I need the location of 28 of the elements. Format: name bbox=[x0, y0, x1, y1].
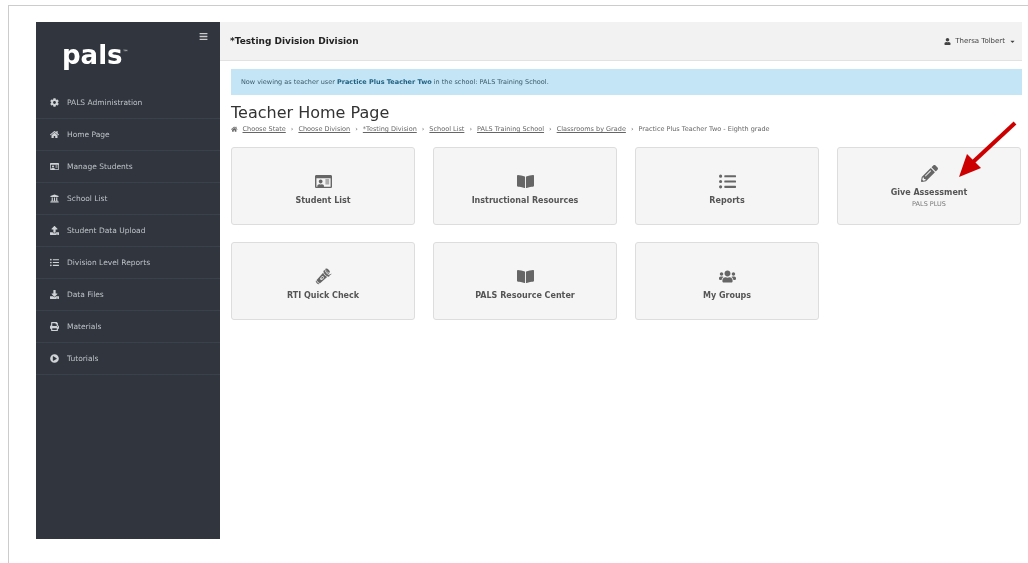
home-icon bbox=[50, 130, 59, 139]
gear-icon bbox=[50, 98, 59, 107]
pencil-icon bbox=[920, 164, 938, 182]
list-icon bbox=[50, 258, 59, 267]
home-icon bbox=[231, 125, 238, 133]
id-card-icon bbox=[314, 173, 332, 190]
user-icon bbox=[944, 37, 952, 45]
division-title: *Testing Division Division bbox=[230, 36, 359, 46]
download-icon bbox=[50, 290, 59, 299]
tile-button[interactable]: PALS Resource Center bbox=[433, 242, 617, 320]
upload-icon bbox=[50, 226, 59, 235]
tile-button[interactable]: Instructional Resources bbox=[433, 147, 617, 225]
page-title: Teacher Home Page bbox=[231, 103, 391, 122]
tile-button[interactable]: Reports bbox=[635, 147, 819, 225]
flashlight-icon bbox=[314, 268, 332, 285]
bank-icon bbox=[50, 194, 59, 203]
book-icon bbox=[516, 268, 534, 285]
pals-logo[interactable]: pals$^{™}$ bbox=[62, 40, 129, 70]
id-card-icon bbox=[50, 162, 59, 171]
tile-button[interactable]: Student List bbox=[231, 147, 415, 225]
tile-button[interactable]: My Groups bbox=[635, 242, 819, 320]
book-icon bbox=[516, 173, 534, 190]
tile-button[interactable]: RTI Quick Check bbox=[231, 242, 415, 320]
users-icon bbox=[718, 268, 736, 285]
play-icon bbox=[50, 354, 59, 363]
printer-icon bbox=[50, 322, 59, 331]
menu-icon[interactable] bbox=[199, 32, 208, 41]
list-icon bbox=[718, 173, 736, 190]
